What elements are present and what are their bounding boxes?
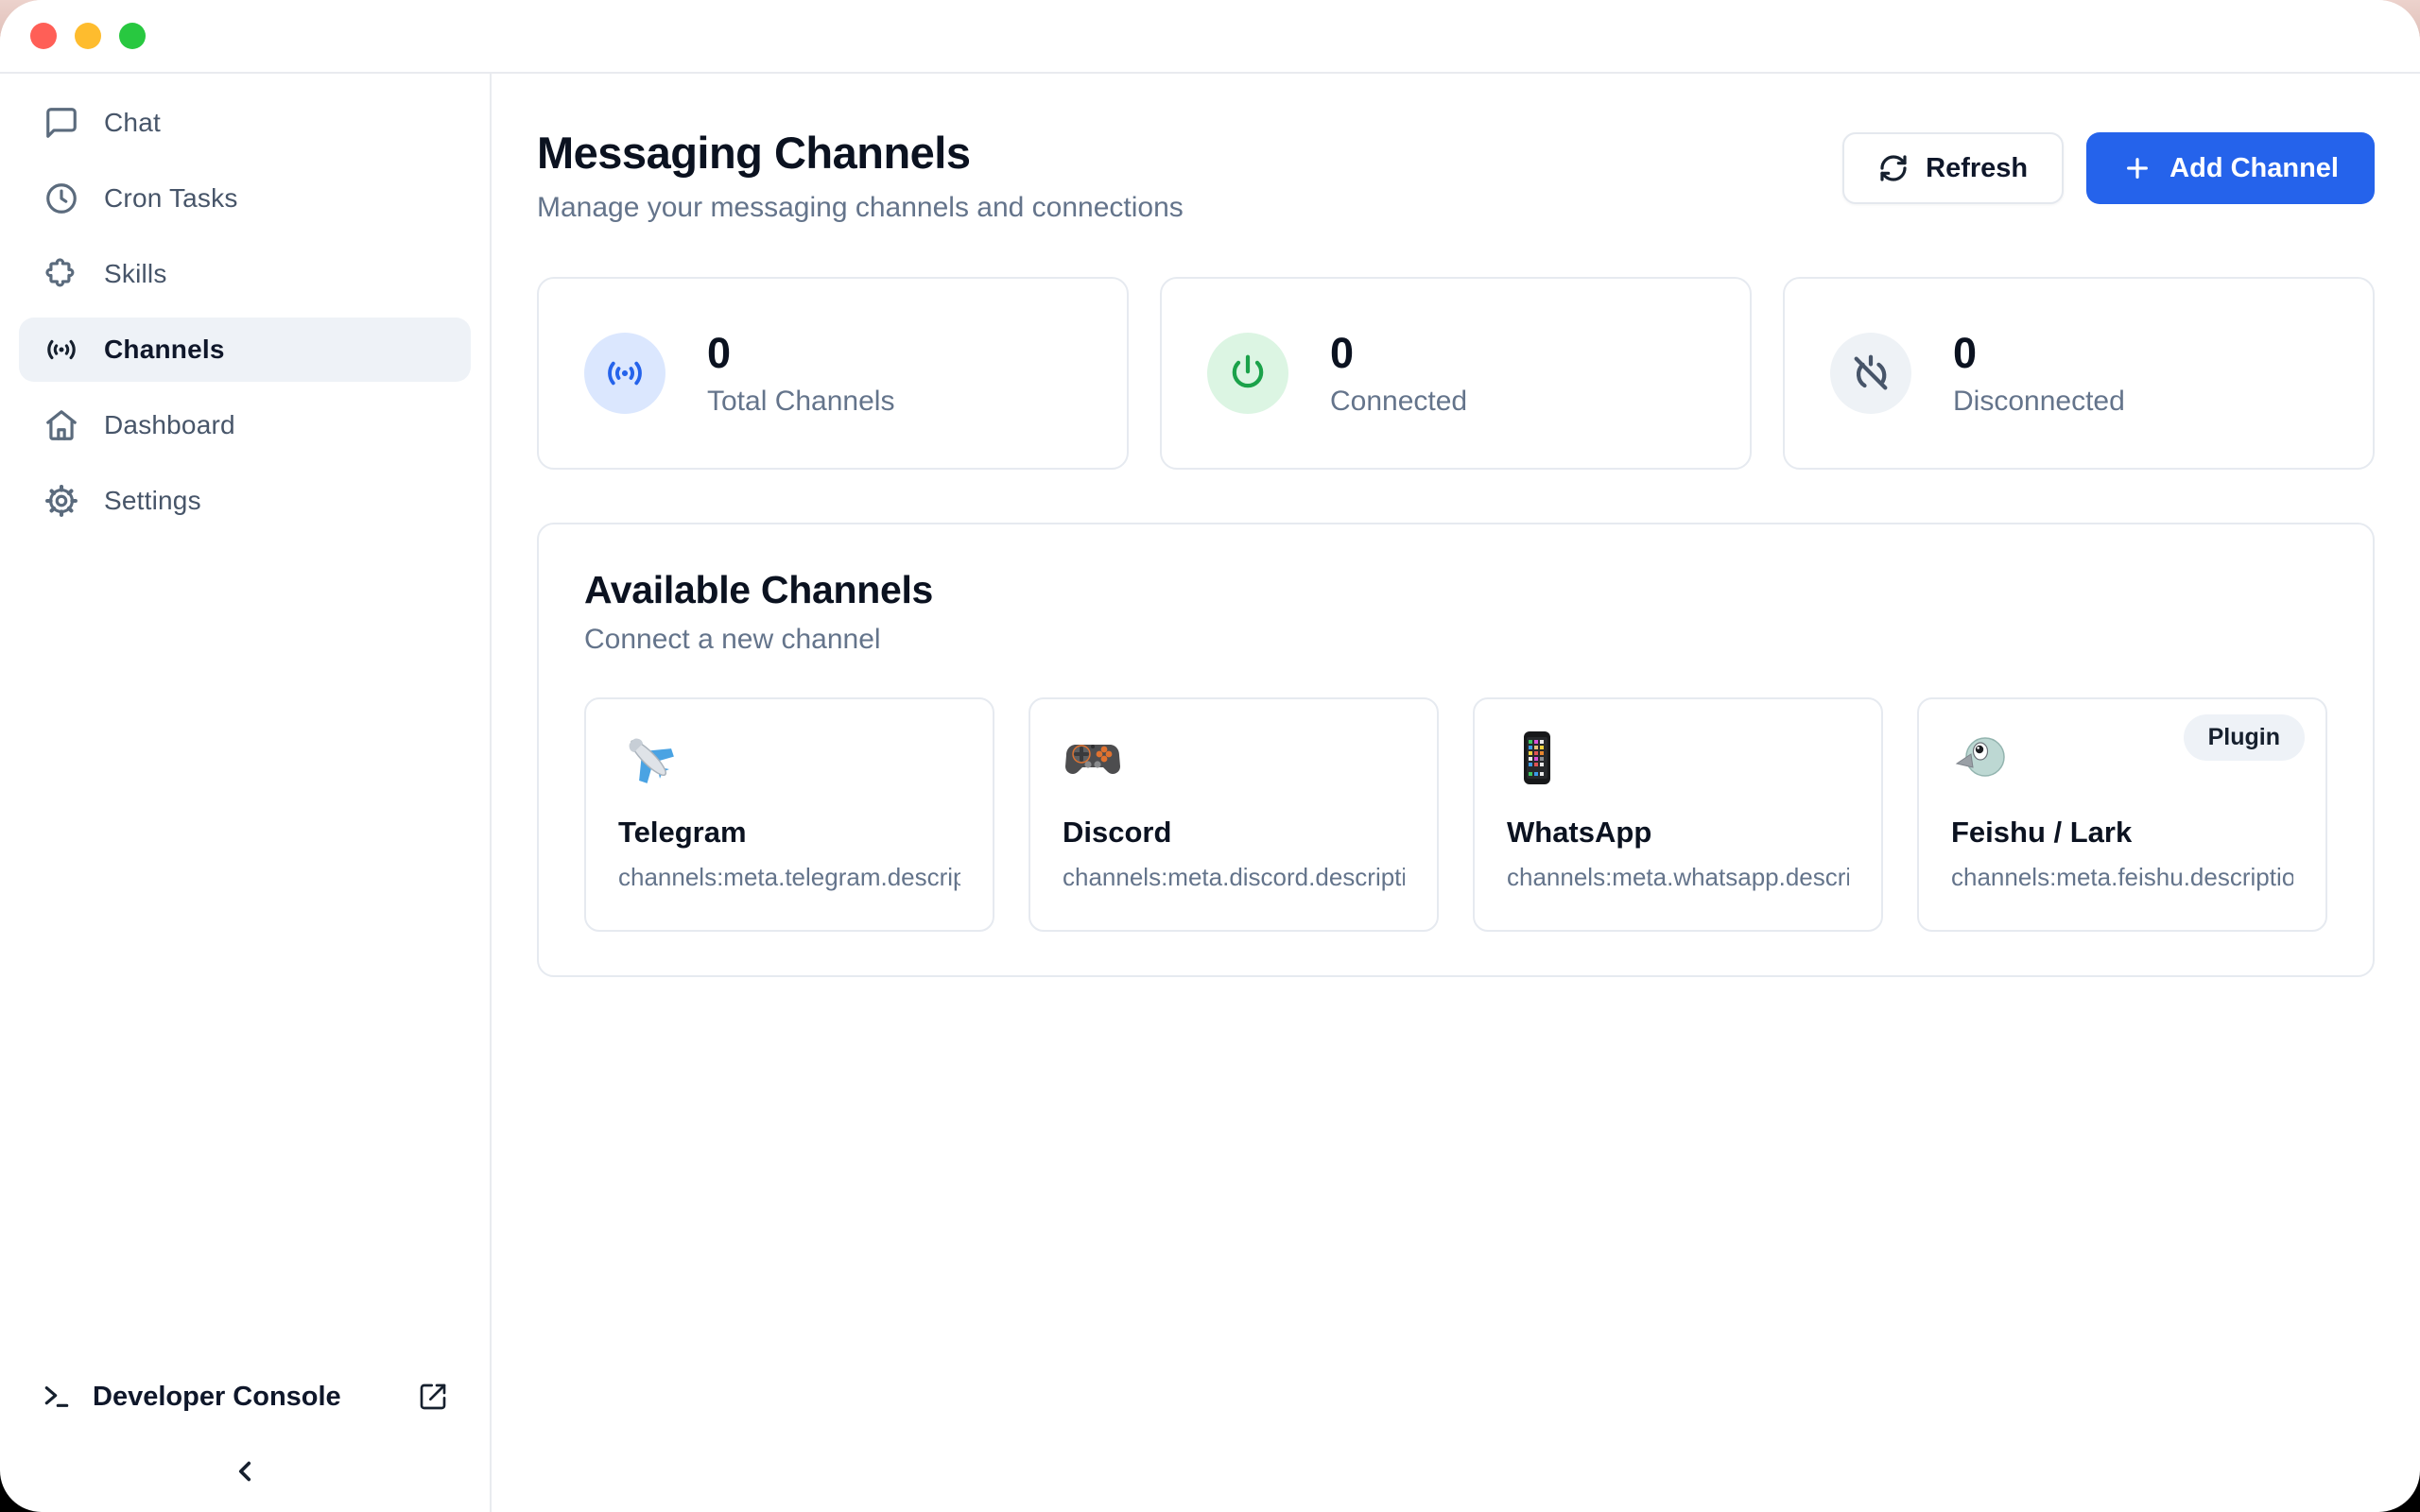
- channel-description: channels:meta.feishu.description: [1951, 863, 2293, 892]
- bird-emoji: [1951, 728, 2012, 788]
- available-channels-subtitle: Connect a new channel: [584, 624, 2327, 656]
- stats-row: 0 Total Channels 0 Connected: [537, 277, 2375, 470]
- available-channels-title: Available Channels: [584, 568, 2327, 612]
- plus-icon: [2122, 153, 2152, 183]
- game-controller-emoji: [1063, 728, 1123, 788]
- stat-card-connected: 0 Connected: [1160, 277, 1752, 470]
- refresh-icon: [1878, 153, 1909, 183]
- sidebar-item-chat[interactable]: Chat: [19, 91, 471, 155]
- sidebar-item-cron-tasks[interactable]: Cron Tasks: [19, 166, 471, 231]
- page-header: Messaging Channels Manage your messaging…: [537, 127, 2375, 224]
- sidebar-item-label: Channels: [104, 335, 225, 365]
- stat-card-total-channels: 0 Total Channels: [537, 277, 1129, 470]
- channel-card-feishu[interactable]: Plugin Feishu / Lark channels:meta.feish…: [1917, 697, 2327, 932]
- sidebar-item-dashboard[interactable]: Dashboard: [19, 393, 471, 457]
- app-body: Chat Cron Tasks Skills: [0, 74, 2420, 1512]
- app-window: Chat Cron Tasks Skills: [0, 0, 2420, 1512]
- broadcast-icon: [584, 333, 666, 414]
- stat-label: Connected: [1330, 386, 1467, 418]
- terminal-icon: [42, 1382, 72, 1412]
- stat-value: 0: [707, 329, 894, 378]
- sidebar-item-label: Cron Tasks: [104, 183, 238, 214]
- minimize-button[interactable]: [75, 23, 101, 49]
- channel-name: Discord: [1063, 816, 1405, 850]
- power-off-icon: [1830, 333, 1911, 414]
- sidebar-collapse-button[interactable]: [0, 1455, 490, 1487]
- page-subtitle: Manage your messaging channels and conne…: [537, 192, 1184, 224]
- channel-description: channels:meta.whatsapp.description: [1507, 863, 1849, 892]
- channel-description: channels:meta.discord.description: [1063, 863, 1405, 892]
- broadcast-icon: [43, 332, 79, 368]
- stat-value: 0: [1330, 329, 1467, 378]
- sidebar-item-settings[interactable]: Settings: [19, 469, 471, 533]
- chevron-left-icon: [229, 1455, 261, 1487]
- stat-card-disconnected: 0 Disconnected: [1783, 277, 2375, 470]
- zoom-button[interactable]: [119, 23, 146, 49]
- mobile-phone-emoji: [1507, 728, 1567, 788]
- header-actions: Refresh Add Channel: [1842, 132, 2375, 204]
- sidebar-item-skills[interactable]: Skills: [19, 242, 471, 306]
- external-link-icon[interactable]: [418, 1382, 448, 1412]
- stat-label: Disconnected: [1953, 386, 2125, 418]
- channel-card-discord[interactable]: Discord channels:meta.discord.descriptio…: [1028, 697, 1439, 932]
- add-channel-button[interactable]: Add Channel: [2086, 132, 2375, 204]
- channel-grid: Telegram channels:meta.telegram.descript…: [584, 697, 2327, 932]
- refresh-button[interactable]: Refresh: [1842, 132, 2064, 204]
- developer-console-button[interactable]: Developer Console: [0, 1370, 490, 1423]
- sidebar-item-label: Dashboard: [104, 410, 235, 440]
- close-button[interactable]: [30, 23, 57, 49]
- page-title: Messaging Channels: [537, 127, 1184, 179]
- sidebar-item-label: Settings: [104, 486, 201, 516]
- add-channel-button-label: Add Channel: [2169, 153, 2339, 184]
- channel-name: WhatsApp: [1507, 816, 1849, 850]
- stat-value: 0: [1953, 329, 2125, 378]
- chat-bubble-icon: [43, 105, 79, 141]
- sidebar-footer: Developer Console: [0, 1370, 490, 1512]
- traffic-lights: [30, 23, 146, 49]
- sidebar: Chat Cron Tasks Skills: [0, 74, 492, 1512]
- airplane-emoji: [618, 728, 679, 788]
- power-icon: [1207, 333, 1288, 414]
- sidebar-item-label: Skills: [104, 259, 167, 289]
- clock-icon: [43, 180, 79, 216]
- stat-label: Total Channels: [707, 386, 894, 418]
- plugin-badge: Plugin: [2184, 714, 2305, 761]
- home-icon: [43, 407, 79, 443]
- channel-name: Telegram: [618, 816, 960, 850]
- sidebar-nav: Chat Cron Tasks Skills: [0, 91, 490, 533]
- sidebar-item-channels[interactable]: Channels: [19, 318, 471, 382]
- sidebar-item-label: Chat: [104, 108, 161, 138]
- puzzle-icon: [43, 256, 79, 292]
- channel-card-whatsapp[interactable]: WhatsApp channels:meta.whatsapp.descript…: [1473, 697, 1883, 932]
- available-channels-panel: Available Channels Connect a new channel: [537, 523, 2375, 977]
- channel-description: channels:meta.telegram.description: [618, 863, 960, 892]
- developer-console-label: Developer Console: [93, 1382, 341, 1413]
- channel-name: Feishu / Lark: [1951, 816, 2293, 850]
- channel-card-telegram[interactable]: Telegram channels:meta.telegram.descript…: [584, 697, 994, 932]
- main-content: Messaging Channels Manage your messaging…: [492, 74, 2420, 1512]
- refresh-button-label: Refresh: [1926, 153, 2028, 184]
- gear-icon: [43, 483, 79, 519]
- titlebar: [0, 0, 2420, 74]
